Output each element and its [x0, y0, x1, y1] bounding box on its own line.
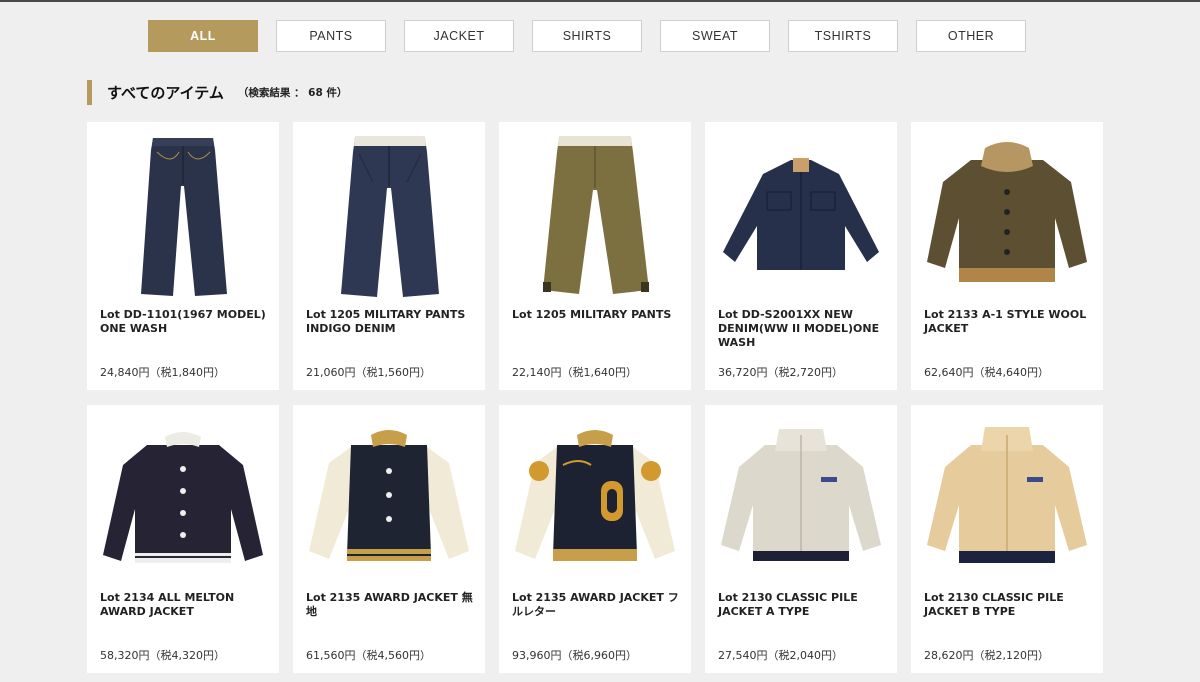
product-image[interactable]: [87, 122, 279, 302]
product-name[interactable]: Lot DD-S2001XX NEW DENIM(WW II MODEL)ONE…: [718, 308, 886, 350]
product-name[interactable]: Lot DD-1101(1967 MODEL) ONE WASH: [100, 308, 268, 336]
section-heading: すべてのアイテム （検索結果 ： 68 件）: [87, 80, 347, 105]
award-jacket-icon: [309, 430, 469, 561]
product-image[interactable]: [705, 405, 897, 585]
product-image[interactable]: [911, 405, 1103, 585]
product-name[interactable]: Lot 2130 CLASSIC PILE JACKET A TYPE: [718, 591, 886, 619]
product-grid: Lot DD-1101(1967 MODEL) ONE WASH 24,840円…: [87, 122, 1103, 673]
product-name[interactable]: Lot 2135 AWARD JACKET フルレター: [512, 591, 680, 619]
product-price: 21,060円（税1,560円）: [306, 366, 431, 379]
melton-jacket-icon: [103, 432, 263, 563]
category-tabs: ALL PANTS JACKET SHIRTS SWEAT TSHIRTS OT…: [148, 20, 1026, 52]
product-card[interactable]: Lot 1205 MILITARY PANTS INDIGO DENIM 21,…: [293, 122, 485, 390]
product-card[interactable]: Lot 2135 AWARD JACKET フルレター 93,960円（税6,9…: [499, 405, 691, 673]
product-price: 22,140円（税1,640円）: [512, 366, 637, 379]
award-jacket-letter-icon: [515, 430, 675, 561]
product-image[interactable]: [499, 122, 691, 302]
product-name[interactable]: Lot 1205 MILITARY PANTS: [512, 308, 680, 322]
product-price: 93,960円（税6,960円）: [512, 649, 637, 662]
product-price: 58,320円（税4,320円）: [100, 649, 225, 662]
tab-jacket[interactable]: JACKET: [404, 20, 514, 52]
product-image[interactable]: [87, 405, 279, 585]
product-image[interactable]: [293, 122, 485, 302]
pile-jacket-b-icon: [927, 427, 1087, 563]
tab-shirts[interactable]: SHIRTS: [532, 20, 642, 52]
denim-pants-icon: [341, 136, 439, 297]
product-card[interactable]: Lot 2130 CLASSIC PILE JACKET A TYPE 27,5…: [705, 405, 897, 673]
jeans-icon: [141, 138, 227, 296]
product-image[interactable]: [293, 405, 485, 585]
chino-pants-icon: [543, 136, 649, 294]
tab-pants[interactable]: PANTS: [276, 20, 386, 52]
product-price: 61,560円（税4,560円）: [306, 649, 431, 662]
denim-jacket-icon: [723, 158, 879, 270]
product-name[interactable]: Lot 2134 ALL MELTON AWARD JACKET: [100, 591, 268, 619]
pile-jacket-a-icon: [721, 429, 881, 561]
product-card[interactable]: Lot 2133 A-1 STYLE WOOL JACKET 62,640円（税…: [911, 122, 1103, 390]
product-card[interactable]: Lot DD-S2001XX NEW DENIM(WW II MODEL)ONE…: [705, 122, 897, 390]
tab-tshirts[interactable]: TSHIRTS: [788, 20, 898, 52]
page-title: すべてのアイテム: [107, 84, 224, 102]
product-price: 36,720円（税2,720円）: [718, 366, 843, 379]
product-name[interactable]: Lot 1205 MILITARY PANTS INDIGO DENIM: [306, 308, 474, 336]
wool-jacket-icon: [927, 142, 1087, 282]
product-card[interactable]: Lot 2135 AWARD JACKET 無地 61,560円（税4,560円…: [293, 405, 485, 673]
tab-all[interactable]: ALL: [148, 20, 258, 52]
product-price: 24,840円（税1,840円）: [100, 366, 225, 379]
product-card[interactable]: Lot 2134 ALL MELTON AWARD JACKET 58,320円…: [87, 405, 279, 673]
product-name[interactable]: Lot 2133 A-1 STYLE WOOL JACKET: [924, 308, 1092, 336]
product-name[interactable]: Lot 2135 AWARD JACKET 無地: [306, 591, 474, 619]
product-image[interactable]: [499, 405, 691, 585]
product-image[interactable]: [705, 122, 897, 302]
product-image[interactable]: [911, 122, 1103, 302]
heading-accent-bar: [87, 80, 92, 105]
product-name[interactable]: Lot 2130 CLASSIC PILE JACKET B TYPE: [924, 591, 1092, 619]
tab-other[interactable]: OTHER: [916, 20, 1026, 52]
product-card[interactable]: Lot 1205 MILITARY PANTS 22,140円（税1,640円）: [499, 122, 691, 390]
product-price: 28,620円（税2,120円）: [924, 649, 1049, 662]
product-card[interactable]: Lot 2130 CLASSIC PILE JACKET B TYPE 28,6…: [911, 405, 1103, 673]
top-border: [0, 0, 1200, 2]
product-card[interactable]: Lot DD-1101(1967 MODEL) ONE WASH 24,840円…: [87, 122, 279, 390]
result-count: （検索結果 ： 68 件）: [237, 87, 348, 99]
tab-sweat[interactable]: SWEAT: [660, 20, 770, 52]
product-price: 27,540円（税2,040円）: [718, 649, 843, 662]
product-price: 62,640円（税4,640円）: [924, 366, 1049, 379]
